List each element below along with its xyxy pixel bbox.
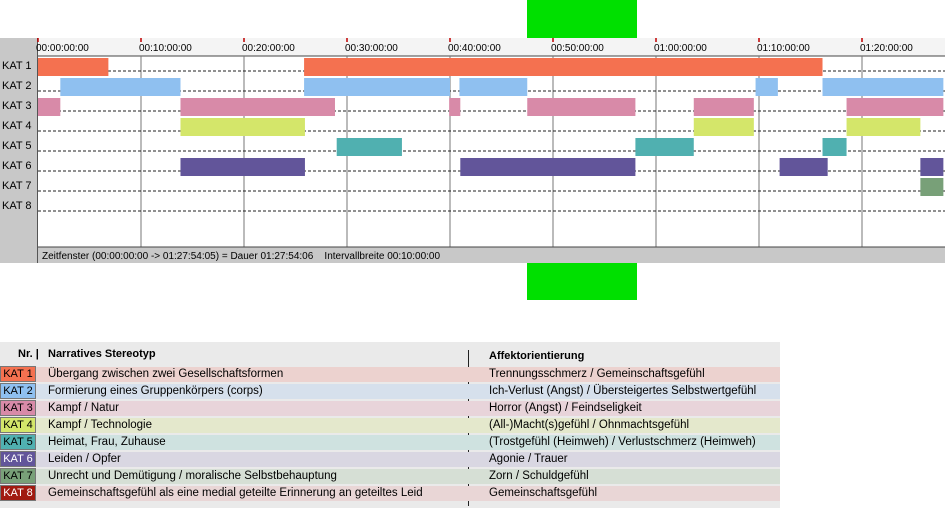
tick-label: 00:40:00:00: [448, 43, 501, 54]
tick-label: 01:00:00:00: [654, 43, 707, 54]
segment-kat-1: [304, 58, 823, 76]
segment-kat-2: [304, 78, 450, 96]
segment-kat-7: [920, 178, 944, 196]
stereotyp-text: Kampf / Technologie: [48, 419, 152, 431]
stereotyp-text: Kampf / Natur: [48, 402, 119, 414]
segment-kat-2: [459, 78, 528, 96]
category-badge: KAT 6: [0, 451, 36, 467]
row-label-kat-2: KAT 2: [2, 80, 32, 92]
tick-label: 00:30:00:00: [345, 43, 398, 54]
segment-kat-1: [38, 58, 109, 76]
segment-kat-2: [755, 78, 778, 96]
legend-row: KAT 7 Unrecht und Demütigung / moralische…: [0, 468, 780, 485]
affekt-text: Ich-Verlust (Angst) / Übersteigertes Sel…: [489, 385, 757, 397]
segment-kat-6: [180, 158, 305, 176]
segment-kat-4: [180, 118, 305, 136]
tick-label: 00:10:00:00: [139, 43, 192, 54]
category-badge: KAT 7: [0, 468, 36, 484]
segment-kat-3: [449, 98, 461, 116]
category-badge: KAT 4: [0, 417, 36, 433]
segment-kat-2: [60, 78, 181, 96]
row-label-kat-8: KAT 8: [2, 200, 32, 212]
legend-row: KAT 1 Übergang zwischen zwei Gesellschaft…: [0, 366, 780, 383]
row-label-kat-4: KAT 4: [2, 120, 32, 132]
tick-label: 00:20:00:00: [242, 43, 295, 54]
row-label-kat-6: KAT 6: [2, 160, 32, 172]
stereotyp-text: Heimat, Frau, Zuhause: [48, 436, 166, 448]
segment-kat-3: [527, 98, 636, 116]
stereotyp-text: Übergang zwischen zwei Gesellschaftsform…: [48, 368, 284, 380]
legend-header-stereotyp: Narratives Stereotyp: [48, 348, 156, 360]
green-marker-bottom: [527, 262, 637, 300]
segment-kat-5: [336, 138, 402, 156]
stereotyp-text: Gemeinschaftsgefühl als eine medial gete…: [48, 487, 423, 499]
row-label-kat-5: KAT 5: [2, 140, 32, 152]
category-badge: KAT 3: [0, 400, 36, 416]
legend-row: KAT 3 Kampf / Natur Horror (Angst) / Feind…: [0, 400, 780, 417]
legend-row: KAT 8 Gemeinschaftsgefühl als eine medial…: [0, 485, 780, 502]
affekt-text: Zorn / Schuldgefühl: [489, 470, 589, 482]
legend-header-nr: Nr. |: [18, 348, 39, 360]
segment-kat-2: [822, 78, 944, 96]
affekt-text: Horror (Angst) / Feindseligkeit: [489, 402, 642, 414]
segment-kat-6: [779, 158, 828, 176]
status-text: Zeitfenster (00:00:00:00 -> 01:27:54:05)…: [42, 251, 440, 262]
category-badge: KAT 8: [0, 485, 36, 501]
segment-kat-4: [846, 118, 921, 136]
stereotyp-text: Unrecht und Demütigung / moralische Selb…: [48, 470, 337, 482]
row-label-kat-1: KAT 1: [2, 60, 32, 72]
segment-kat-4: [693, 118, 754, 136]
category-badge: KAT 1: [0, 366, 36, 382]
legend-row: KAT 5 Heimat, Frau, Zuhause (Trostgefühl (…: [0, 434, 780, 451]
affekt-text: Gemeinschaftsgefühl: [489, 487, 598, 499]
segment-kat-3: [693, 98, 754, 116]
timeline-chart: 00:00:00:00 00:10:00:00 00:20:00:00 00:30:0…: [0, 38, 945, 263]
segment-kat-3: [38, 98, 61, 116]
segment-kat-3: [846, 98, 944, 116]
segment-kat-6: [460, 158, 636, 176]
legend-row: KAT 6 Leiden / Opfer Agonie / Trauer: [0, 451, 780, 468]
affekt-text: Agonie / Trauer: [489, 453, 568, 465]
legend-row: KAT 4 Kampf / Technologie (All-)Macht(s)ge…: [0, 417, 780, 434]
affekt-text: (All-)Macht(s)gefühl / Ohnmachtsgefühl: [489, 419, 690, 431]
affekt-text: Trennungsschmerz / Gemeinschaftsgefühl: [489, 368, 705, 380]
row-label-kat-3: KAT 3: [2, 100, 32, 112]
tick-label: 00:50:00:00: [551, 43, 604, 54]
row-label-kat-7: KAT 7: [2, 180, 32, 192]
category-badge: KAT 2: [0, 383, 36, 399]
category-badge: KAT 5: [0, 434, 36, 450]
segment-kat-5: [635, 138, 694, 156]
segment-kat-3: [180, 98, 335, 116]
tick-label: 00:00:00:00: [36, 43, 89, 54]
segment-kat-5: [822, 138, 847, 156]
tick-label: 01:20:00:00: [860, 43, 913, 54]
legend-header-affekt: Affektorientierung: [489, 350, 585, 362]
segment-kat-6: [920, 158, 944, 176]
green-marker-top: [527, 0, 637, 38]
stereotyp-text: Leiden / Opfer: [48, 453, 121, 465]
legend-table: Nr. | Narratives Stereotyp Affektorienti…: [0, 342, 780, 508]
tick-label: 01:10:00:00: [757, 43, 810, 54]
legend-row: KAT 2 Formierung eines Gruppenkörpers (co…: [0, 383, 780, 400]
affekt-text: (Trostgefühl (Heimweh) / Verlustschmerz …: [489, 436, 756, 448]
stereotyp-text: Formierung eines Gruppenkörpers (corps): [48, 385, 263, 397]
